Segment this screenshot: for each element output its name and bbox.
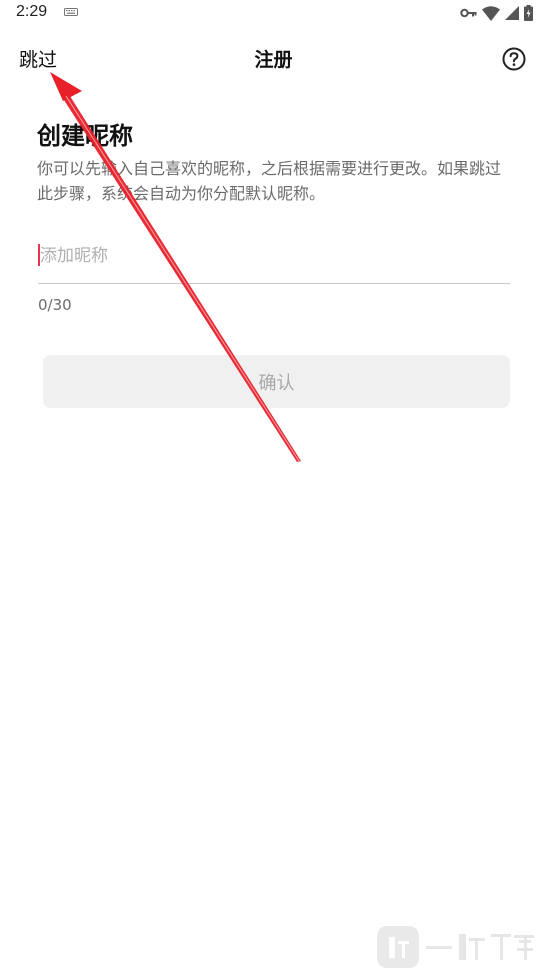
nickname-input[interactable] [38, 238, 510, 274]
description-text: 你可以先输入自己喜欢的昵称，之后根据需要进行更改。如果跳过此步骤，系统会自动为你… [37, 159, 502, 203]
status-bar: 2:29 [0, 0, 547, 28]
status-icons [460, 4, 533, 22]
watermark-logo [377, 926, 534, 968]
battery-icon [524, 5, 533, 21]
help-circle-icon[interactable] [502, 47, 526, 71]
page-title: 注册 [254, 49, 293, 71]
text-caret [38, 244, 40, 266]
nickname-field[interactable] [38, 238, 510, 284]
vpn-key-icon [460, 8, 477, 18]
confirm-button-label: 确认 [258, 372, 295, 394]
register-screen: 2:29 跳过 注册 创建昵称 你可以先输入自己喜欢的昵称，之后根据需要进行更改… [0, 0, 547, 974]
section-heading: 创建昵称 [37, 122, 133, 150]
cell-signal-icon [505, 6, 519, 20]
app-header: 跳过 注册 [0, 28, 547, 88]
status-time: 2:29 [16, 3, 48, 20]
keyboard-icon [64, 8, 78, 16]
char-counter: 0/30 [38, 296, 72, 314]
confirm-button[interactable]: 确认 [43, 355, 510, 408]
wifi-icon [482, 5, 500, 21]
